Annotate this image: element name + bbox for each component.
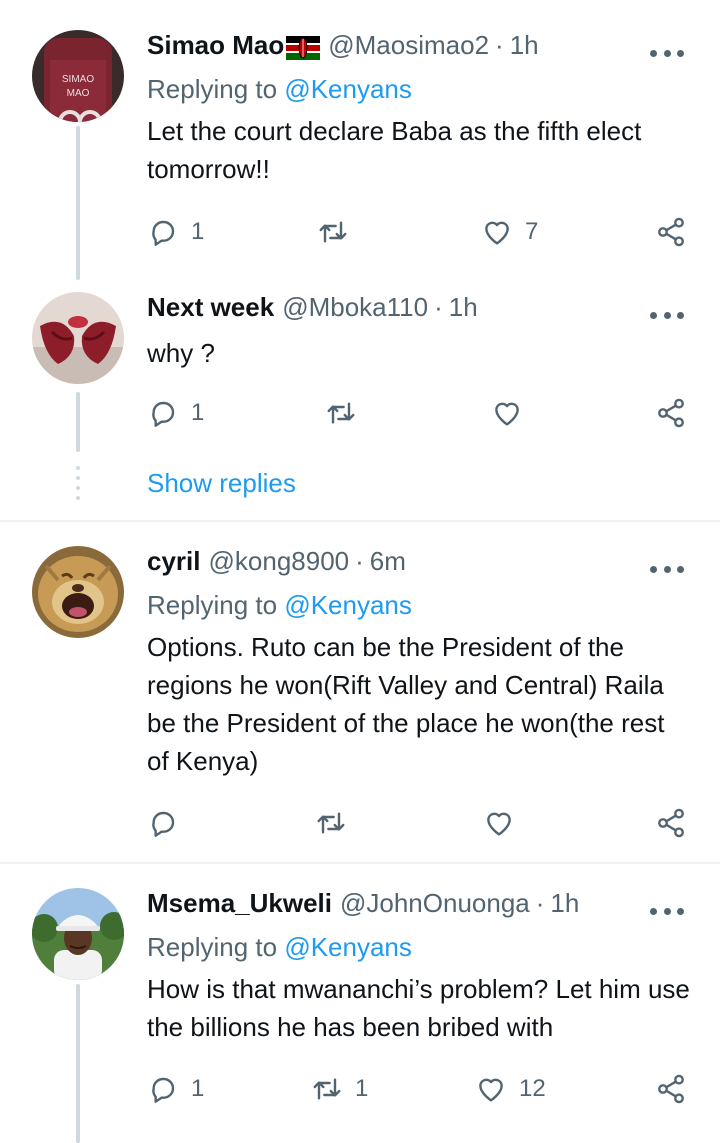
- retweet-button[interactable]: 1: [311, 1069, 368, 1109]
- tweet-text: How is that mwananchi’s problem? Let him…: [147, 974, 690, 1042]
- timestamp[interactable]: 1h: [550, 888, 579, 919]
- display-name[interactable]: Msema_Ukweli: [147, 888, 332, 919]
- heart-icon: [479, 1078, 503, 1102]
- avatar[interactable]: [32, 888, 124, 980]
- thread-line: [76, 984, 80, 1143]
- action-bar: 1 1 12: [147, 1069, 692, 1109]
- share-icon: [658, 1074, 684, 1104]
- like-count: 12: [519, 1075, 546, 1102]
- reply-icon: [152, 1077, 175, 1103]
- mention-link[interactable]: @Kenyans: [284, 932, 412, 962]
- replying-to-label: Replying to: [147, 932, 278, 962]
- separator-dot: ·: [535, 888, 545, 918]
- more-icon[interactable]: [650, 901, 684, 921]
- tweet-4[interactable]: Msema_Ukweli @JohnOnuonga · 1h Replying …: [0, 0, 720, 1143]
- user-handle[interactable]: @JohnOnuonga: [340, 888, 530, 919]
- share-button[interactable]: [655, 1069, 687, 1109]
- retweet-count: 1: [355, 1075, 369, 1102]
- replying-to: Replying to @Kenyans: [147, 932, 412, 963]
- reply-button[interactable]: 1: [147, 1069, 204, 1109]
- retweet-icon: [313, 1078, 341, 1100]
- reply-count: 1: [191, 1075, 205, 1102]
- like-button[interactable]: 12: [475, 1069, 546, 1109]
- tweet-header: Msema_Ukweli @JohnOnuonga · 1h: [147, 888, 579, 924]
